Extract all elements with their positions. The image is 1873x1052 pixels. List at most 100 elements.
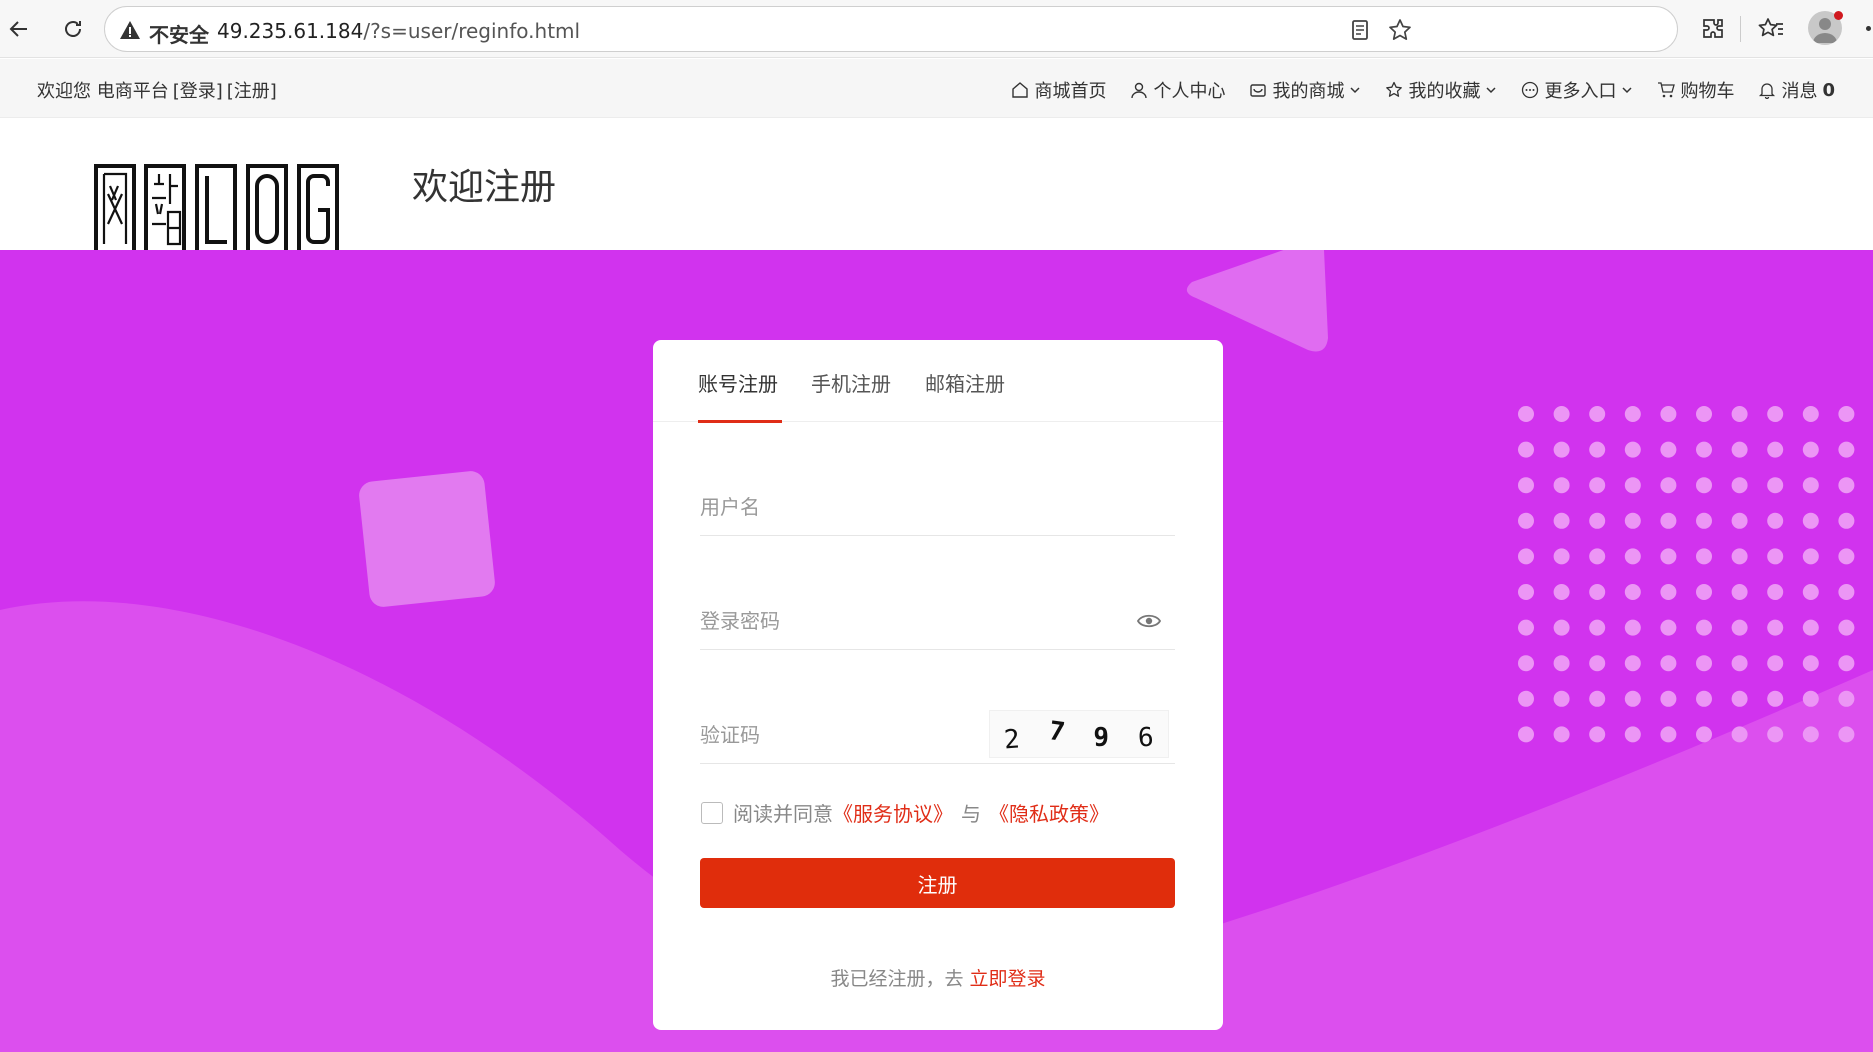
login-link[interactable]: [登录] <box>173 81 223 102</box>
decor-dot <box>1731 619 1748 636</box>
decor-dot <box>1802 512 1819 529</box>
decor-dot <box>1589 477 1606 494</box>
decor-dot <box>1518 512 1534 529</box>
more-menu-icon[interactable] <box>1866 26 1871 31</box>
reader-mode-icon[interactable] <box>1347 17 1373 43</box>
decor-dot <box>1767 726 1784 743</box>
decor-dot <box>1802 548 1819 565</box>
username-input[interactable] <box>700 478 1175 535</box>
decor-dot <box>1518 690 1534 707</box>
tab-account-register[interactable]: 账号注册 <box>698 368 778 397</box>
decor-dot <box>1624 726 1641 743</box>
bookmark-star-icon[interactable] <box>1387 17 1413 43</box>
decor-dot <box>1553 477 1570 494</box>
decor-dot <box>1624 655 1641 672</box>
decor-dot <box>1767 690 1784 707</box>
decor-dot <box>1767 619 1784 636</box>
register-link[interactable]: [注册] <box>227 81 277 102</box>
register-tabs: 账号注册 手机注册 邮箱注册 <box>653 340 1223 423</box>
username-field <box>700 478 1175 536</box>
menu-more[interactable]: 更多入口 <box>1521 77 1633 103</box>
decor-dot <box>1838 619 1855 636</box>
service-agreement-link[interactable]: 《服务协议》 <box>833 798 953 827</box>
decor-dot <box>1518 441 1534 458</box>
decor-dot <box>1624 477 1641 494</box>
password-input[interactable] <box>700 592 1175 649</box>
captcha-image[interactable]: 2 7 9 6 <box>989 710 1169 758</box>
toolbar-divider <box>1740 16 1741 42</box>
decor-dot <box>1624 619 1641 636</box>
agree-checkbox[interactable] <box>701 801 723 824</box>
privacy-policy-link[interactable]: 《隐私政策》 <box>989 798 1109 827</box>
login-tip: 我已经注册，去 立即登录 <box>653 964 1223 991</box>
menu-cart[interactable]: 购物车 <box>1657 77 1734 103</box>
register-card: 账号注册 手机注册 邮箱注册 2 7 9 6 阅读并同意 《服务协议》 与 《隐… <box>653 340 1223 1030</box>
top-menu: 商城首页 个人中心 我的商城 我的收藏 更多入口 购物车 消息 0 <box>1011 77 1835 103</box>
login-now-link[interactable]: 立即登录 <box>970 968 1046 990</box>
page-title: 欢迎注册 <box>412 167 557 208</box>
decor-dot <box>1838 584 1855 600</box>
decor-dot <box>1589 690 1606 707</box>
menu-my-shop[interactable]: 我的商城 <box>1249 77 1361 103</box>
decor-dot <box>1589 548 1606 565</box>
menu-label: 更多入口 <box>1544 81 1617 102</box>
decor-dot <box>1731 512 1748 529</box>
decor-dot <box>1553 548 1570 565</box>
decor-dot <box>1767 441 1784 458</box>
favorites-icon[interactable] <box>1756 14 1786 44</box>
decor-dot <box>1624 548 1641 565</box>
chevron-down-icon <box>1622 87 1632 94</box>
extensions-icon[interactable] <box>1698 14 1728 44</box>
decor-dot <box>1660 655 1677 672</box>
decor-dot <box>1767 655 1784 672</box>
message-count: 0 <box>1822 79 1835 101</box>
decor-dot <box>1660 512 1677 529</box>
notification-dot <box>1834 11 1843 20</box>
decor-dot <box>1767 406 1784 422</box>
register-button[interactable]: 注册 <box>700 858 1175 908</box>
decor-dot <box>1767 548 1784 565</box>
decor-dot <box>1589 584 1606 600</box>
decor-dot <box>1802 619 1819 636</box>
menu-favorites[interactable]: 我的收藏 <box>1385 77 1497 103</box>
reload-icon[interactable] <box>54 10 92 48</box>
home-icon <box>1012 82 1029 98</box>
shop-icon <box>1250 84 1267 97</box>
tab-phone-register[interactable]: 手机注册 <box>811 368 891 397</box>
decor-dot <box>1696 548 1712 565</box>
eye-icon[interactable] <box>1137 612 1161 630</box>
decor-dot <box>1660 406 1677 422</box>
url-text[interactable]: 49.235.61.184/?s=user/reginfo.html <box>217 19 580 43</box>
back-icon[interactable] <box>0 10 38 48</box>
menu-user-center[interactable]: 个人中心 <box>1130 77 1225 103</box>
decor-dot <box>1731 548 1748 565</box>
decor-dot <box>1731 726 1748 743</box>
decor-dot <box>1731 477 1748 494</box>
menu-messages[interactable]: 消息 0 <box>1758 77 1835 103</box>
chevron-down-icon <box>1486 87 1496 94</box>
warning-icon[interactable] <box>119 19 141 41</box>
decor-dot <box>1802 690 1819 707</box>
address-bar[interactable]: 不安全 49.235.61.184/?s=user/reginfo.html <box>104 6 1678 52</box>
decor-dot <box>1553 584 1570 600</box>
decor-dot <box>1838 548 1855 565</box>
captcha-digit: 7 <box>1046 716 1067 748</box>
decor-dot <box>1624 690 1641 707</box>
browser-toolbar: 不安全 49.235.61.184/?s=user/reginfo.html <box>0 0 1873 58</box>
decor-dot <box>1696 512 1712 529</box>
decor-dot <box>1660 619 1677 636</box>
tab-email-register[interactable]: 邮箱注册 <box>925 368 1005 397</box>
decor-dot <box>1624 406 1641 422</box>
decor-dot <box>1660 548 1677 565</box>
decor-dot <box>1518 584 1534 600</box>
password-field <box>700 592 1175 650</box>
menu-label: 购物车 <box>1680 81 1735 102</box>
user-icon <box>1131 82 1148 99</box>
decor-dot <box>1660 441 1677 458</box>
captcha-field: 2 7 9 6 <box>700 706 1175 764</box>
security-label[interactable]: 不安全 <box>149 19 209 48</box>
site-logo[interactable] <box>94 164 339 250</box>
decor-dot <box>1731 584 1748 600</box>
decor-dot <box>1802 726 1819 743</box>
menu-home[interactable]: 商城首页 <box>1011 77 1106 103</box>
